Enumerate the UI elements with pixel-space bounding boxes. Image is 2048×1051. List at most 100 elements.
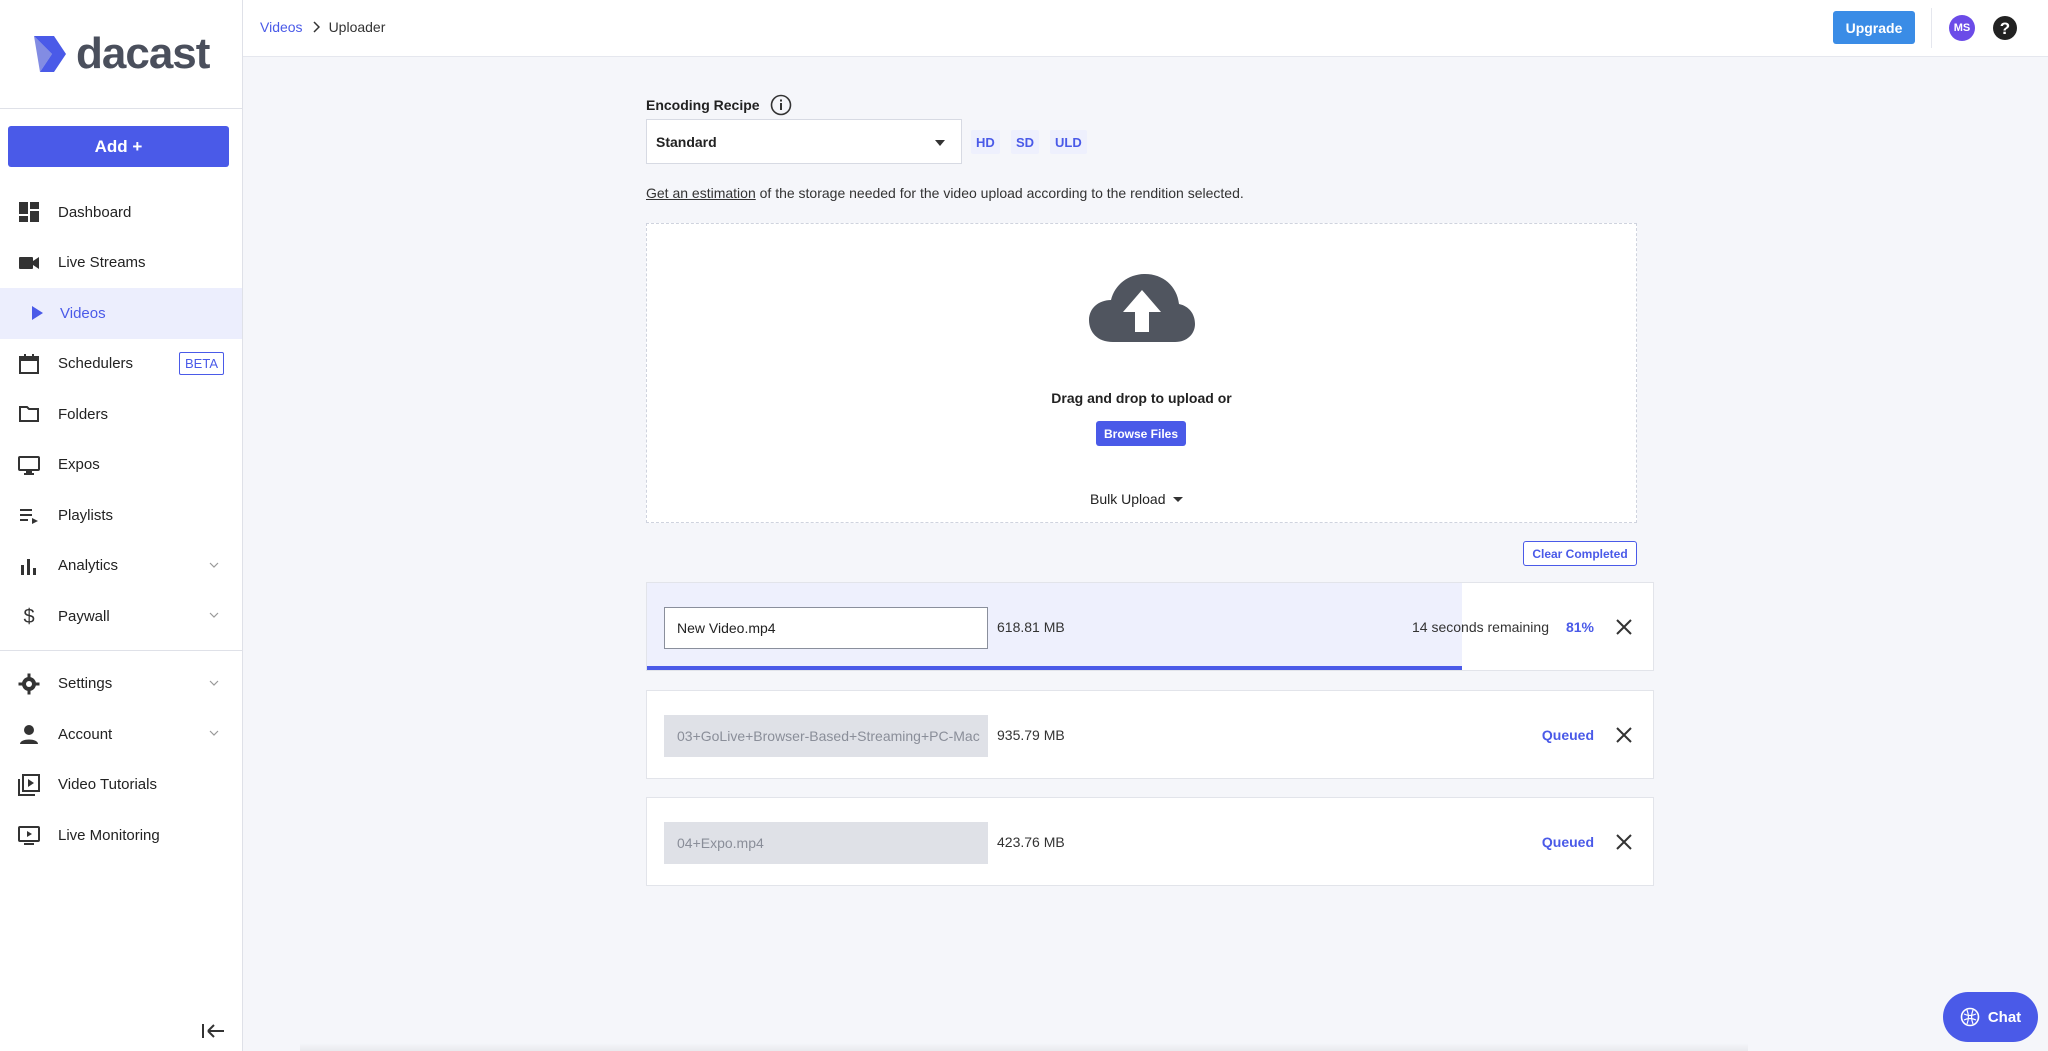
chevron-down-icon[interactable] — [208, 727, 220, 739]
close-icon[interactable] — [1615, 833, 1633, 851]
file-name-input — [664, 822, 988, 864]
storage-estimation-text: Get an estimation of the storage needed … — [646, 185, 1244, 201]
add-button[interactable]: Add + — [8, 126, 229, 167]
breadcrumb-current: Uploader — [328, 19, 386, 35]
sidebar-item-expos[interactable]: Expos — [0, 440, 242, 491]
logo-text: dacast — [76, 29, 210, 78]
chat-icon — [1960, 1007, 1980, 1027]
drag-drop-text: Drag and drop to upload or — [1051, 390, 1232, 406]
sidebar-item-label: Settings — [58, 675, 113, 693]
monitor-icon — [18, 454, 40, 476]
sidebar-item-videos[interactable]: Videos — [0, 288, 242, 339]
sidebar-item-dashboard[interactable]: Dashboard — [0, 187, 242, 238]
sidebar-item-paywall[interactable]: $ Paywall — [0, 591, 242, 642]
info-icon[interactable] — [770, 94, 792, 116]
sidebar: dacast Add + Dashboard Live Streams Vide… — [0, 0, 243, 1051]
breadcrumb: Videos Uploader — [260, 19, 385, 35]
beta-badge: BETA — [179, 351, 224, 375]
breadcrumb-videos-link[interactable]: Videos — [260, 19, 303, 35]
file-size: 423.76 MB — [997, 834, 1065, 850]
sidebar-item-label: Playlists — [58, 506, 114, 524]
sidebar-item-account[interactable]: Account — [0, 709, 242, 760]
sidebar-item-label: Paywall — [58, 607, 110, 625]
chevron-right-icon — [313, 21, 320, 33]
chevron-down-icon[interactable] — [208, 559, 220, 571]
sidebar-item-label: Account — [58, 725, 113, 743]
dacast-logo[interactable]: dacast — [0, 0, 242, 109]
play-icon — [26, 302, 48, 324]
sidebar-item-label: Folders — [58, 405, 109, 423]
upload-row: 935.79 MB Queued — [646, 690, 1654, 779]
dashboard-icon — [18, 201, 40, 223]
browse-files-button[interactable]: Browse Files — [1096, 421, 1186, 446]
sidebar-item-schedulers[interactable]: Schedulers BETA — [0, 339, 242, 390]
rendition-badge-hd: HD — [971, 130, 1000, 154]
upload-percent: 81% — [1565, 619, 1594, 635]
encoding-recipe-select[interactable]: Standard — [646, 119, 962, 164]
file-size: 618.81 MB — [997, 619, 1065, 635]
bulk-upload-label: Bulk Upload — [1090, 491, 1166, 507]
collapse-sidebar-icon[interactable] — [200, 1021, 226, 1041]
nav-divider — [0, 649, 242, 651]
encoding-recipe-value: Standard — [656, 133, 717, 150]
sidebar-item-playlists[interactable]: Playlists — [0, 490, 242, 541]
sidebar-item-label: Videos — [60, 304, 106, 322]
sidebar-item-label: Schedulers — [58, 355, 134, 373]
gear-icon — [18, 673, 40, 695]
help-icon[interactable]: ? — [1992, 15, 2018, 41]
folder-icon — [18, 403, 40, 425]
encoding-recipe-text: Encoding Recipe — [646, 97, 760, 113]
topbar: Videos Uploader Upgrade MS ? — [243, 0, 2048, 57]
bar-chart-icon — [18, 555, 40, 577]
close-icon[interactable] — [1615, 726, 1633, 744]
upload-row: 423.76 MB Queued — [646, 797, 1654, 886]
chat-label: Chat — [1987, 1008, 2022, 1026]
estimation-description: of the storage needed for the video uplo… — [755, 185, 1244, 201]
dacast-logo-icon — [34, 36, 66, 72]
upgrade-button[interactable]: Upgrade — [1833, 11, 1915, 44]
sidebar-item-label: Video Tutorials — [58, 776, 157, 794]
file-name-input — [664, 715, 988, 757]
file-size: 935.79 MB — [997, 727, 1065, 743]
sidebar-item-folders[interactable]: Folders — [0, 389, 242, 440]
close-icon[interactable] — [1615, 618, 1633, 636]
rendition-badge-uld: ULD — [1050, 130, 1087, 154]
sidebar-item-label: Expos — [58, 456, 100, 474]
sidebar-item-settings[interactable]: Settings — [0, 659, 242, 710]
rendition-badge-sd: SD — [1011, 130, 1040, 154]
chat-button[interactable]: Chat — [1943, 992, 2038, 1042]
sidebar-item-live-streams[interactable]: Live Streams — [0, 238, 242, 289]
sidebar-item-analytics[interactable]: Analytics — [0, 541, 242, 592]
sidebar-item-label: Live Streams — [58, 254, 146, 272]
bottom-shadow — [300, 1043, 1748, 1051]
topbar-divider — [1931, 8, 1932, 48]
sidebar-item-video-tutorials[interactable]: Video Tutorials — [0, 760, 242, 811]
sidebar-item-label: Analytics — [58, 557, 119, 575]
queued-status: Queued — [1541, 727, 1594, 743]
person-icon — [18, 723, 40, 745]
playlist-icon — [18, 504, 40, 526]
upload-row: 618.81 MB 14 seconds remaining 81% — [646, 582, 1654, 671]
video-camera-icon — [18, 252, 40, 274]
file-name-input[interactable] — [664, 607, 988, 649]
chevron-down-icon[interactable] — [208, 609, 220, 621]
clear-completed-button[interactable]: Clear Completed — [1523, 541, 1637, 566]
sidebar-item-label: Dashboard — [58, 203, 132, 221]
live-monitor-icon — [18, 824, 40, 846]
cloud-upload-icon — [1089, 274, 1195, 342]
bulk-upload-dropdown[interactable]: Bulk Upload — [1090, 491, 1183, 507]
get-estimation-link[interactable]: Get an estimation — [646, 185, 756, 201]
svg-text:?: ? — [2000, 19, 2010, 38]
sidebar-item-live-monitoring[interactable]: Live Monitoring — [0, 810, 242, 861]
caret-down-icon — [1172, 496, 1183, 502]
queued-status: Queued — [1541, 834, 1594, 850]
calendar-icon — [18, 353, 40, 375]
avatar[interactable]: MS — [1949, 15, 1975, 41]
sidebar-nav: Dashboard Live Streams Videos Schedulers… — [0, 187, 242, 861]
dollar-icon: $ — [18, 605, 40, 627]
video-library-icon — [18, 773, 40, 796]
sidebar-item-label: Live Monitoring — [58, 826, 160, 844]
upload-dropzone[interactable]: Drag and drop to upload or Browse Files … — [646, 223, 1637, 523]
chevron-down-icon[interactable] — [208, 677, 220, 689]
encoding-recipe-label: Encoding Recipe — [646, 94, 792, 116]
